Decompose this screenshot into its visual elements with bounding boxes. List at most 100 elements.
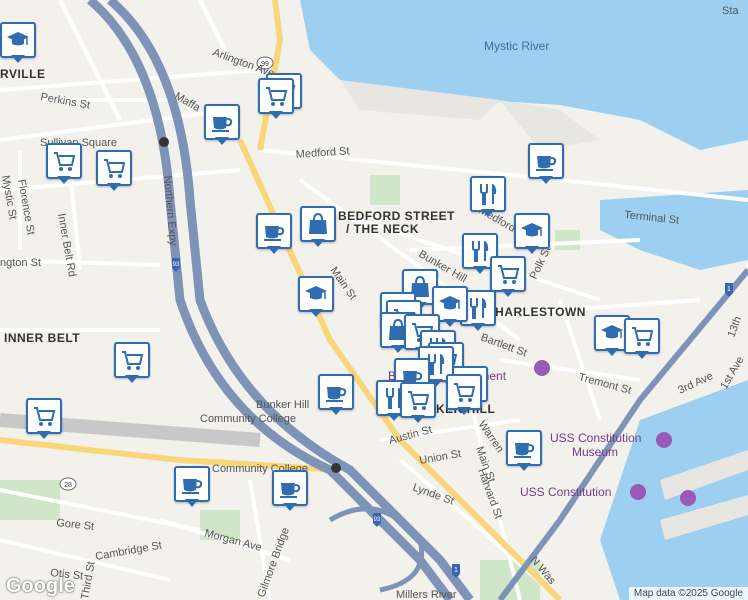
svg-text:1: 1: [454, 567, 458, 574]
marker-pointer: [517, 463, 531, 471]
marker-pointer: [125, 375, 139, 383]
street-label: 3rd Ave: [676, 370, 715, 397]
map-marker[interactable]: [256, 213, 292, 257]
map-marker[interactable]: [528, 143, 564, 187]
grocery-cart-icon: [46, 143, 82, 179]
marker-pointer: [329, 407, 343, 415]
map-marker[interactable]: [174, 466, 210, 510]
park: [370, 175, 400, 205]
museum-icon[interactable]: [680, 490, 696, 506]
marker-pointer: [185, 499, 199, 507]
marker-pointer: [107, 183, 121, 191]
education-icon: [0, 22, 36, 58]
marker-pointer: [539, 176, 553, 184]
park: [555, 230, 580, 250]
neighborhood-label: BEDFORD STREET: [338, 209, 455, 223]
marker-pointer: [391, 345, 405, 353]
water-label: Millers River: [396, 589, 457, 600]
poi-label: Museum: [572, 445, 618, 459]
marker-pointer: [57, 176, 71, 184]
poi-label: USS Constitution: [520, 485, 611, 499]
map-marker[interactable]: [318, 374, 354, 418]
marker-pointer: [387, 413, 401, 421]
map-marker[interactable]: [400, 382, 436, 426]
marker-pointer: [411, 415, 425, 423]
svg-text:28: 28: [64, 482, 72, 489]
grocery-cart-icon: [26, 398, 62, 434]
grocery-cart-icon: [400, 382, 436, 418]
transit-station-icon[interactable]: [159, 137, 169, 147]
coffee-cup-icon: [318, 374, 354, 410]
transit-station-icon[interactable]: [331, 463, 341, 473]
harbor-water: [600, 190, 748, 270]
map-marker[interactable]: [26, 398, 62, 442]
marker-pointer: [269, 111, 283, 119]
map-marker[interactable]: [470, 176, 506, 220]
neighborhood-label: INNER BELT: [4, 331, 80, 345]
marker-pointer: [443, 319, 457, 327]
poi-label: Community College: [200, 413, 296, 425]
map-marker[interactable]: [0, 22, 36, 66]
map-marker[interactable]: [258, 78, 294, 122]
map-marker[interactable]: [506, 430, 542, 474]
marker-pointer: [525, 246, 539, 254]
street-label: Northern Expy: [161, 175, 179, 247]
google-logo: Google: [6, 575, 75, 597]
map-canvas[interactable]: 93 93 99 28 1 1 Mystic River Sta RVILLE …: [0, 0, 748, 600]
marker-pointer: [11, 55, 25, 63]
marker-pointer: [635, 351, 649, 359]
marker-pointer: [605, 348, 619, 356]
grocery-cart-icon: [114, 342, 150, 378]
education-icon: [514, 213, 550, 249]
neighborhood-label: / THE NECK: [346, 222, 419, 236]
marker-pointer: [473, 266, 487, 274]
street-label: Bartlett St: [479, 332, 528, 360]
grocery-cart-icon: [490, 256, 526, 292]
museum-icon[interactable]: [656, 432, 672, 448]
monument-icon[interactable]: [534, 360, 550, 376]
map-marker[interactable]: [204, 104, 240, 148]
museum-icon[interactable]: [630, 484, 646, 500]
marker-pointer: [215, 137, 229, 145]
neighborhood-label: CHARLESTOWN: [486, 305, 586, 319]
street-label: Gore St: [56, 517, 95, 533]
grocery-cart-icon: [624, 318, 660, 354]
grocery-cart-icon: [96, 150, 132, 186]
marker-pointer: [309, 309, 323, 317]
map-marker[interactable]: [272, 470, 308, 514]
water-label: Mystic River: [484, 39, 549, 53]
map-marker[interactable]: [446, 374, 482, 418]
map-marker[interactable]: [298, 276, 334, 320]
street-label: Harvard St: [475, 467, 504, 521]
grocery-cart-icon: [258, 78, 294, 114]
map-marker[interactable]: [624, 318, 660, 362]
marker-pointer: [471, 323, 485, 331]
marker-pointer: [267, 246, 281, 254]
marker-pointer: [457, 407, 471, 415]
marker-pointer: [311, 239, 325, 247]
street-label: ngton St: [0, 257, 41, 269]
marker-pointer: [37, 431, 51, 439]
coffee-cup-icon: [174, 466, 210, 502]
restaurant-icon: [470, 176, 506, 212]
map-marker[interactable]: [46, 143, 82, 187]
map-marker[interactable]: [514, 213, 550, 257]
marker-pointer: [501, 289, 515, 297]
map-marker[interactable]: [300, 206, 336, 250]
svg-text:93: 93: [173, 262, 180, 268]
shopping-bag-icon: [300, 206, 336, 242]
map-marker[interactable]: [114, 342, 150, 386]
poi-label: Sta: [722, 5, 739, 17]
street-label: Third St: [79, 561, 98, 600]
shield-28: 28: [59, 477, 77, 491]
coffee-cup-icon: [272, 470, 308, 506]
marker-pointer: [283, 503, 297, 511]
coffee-cup-icon: [256, 213, 292, 249]
map-attribution[interactable]: Map data ©2025 Google: [628, 587, 748, 600]
marker-pointer: [481, 209, 495, 217]
street-label: Cambridge St: [94, 539, 162, 562]
map-marker[interactable]: [96, 150, 132, 194]
street-label: Union St: [418, 448, 462, 467]
street-label: 13th: [726, 315, 745, 339]
grocery-cart-icon: [446, 374, 482, 410]
